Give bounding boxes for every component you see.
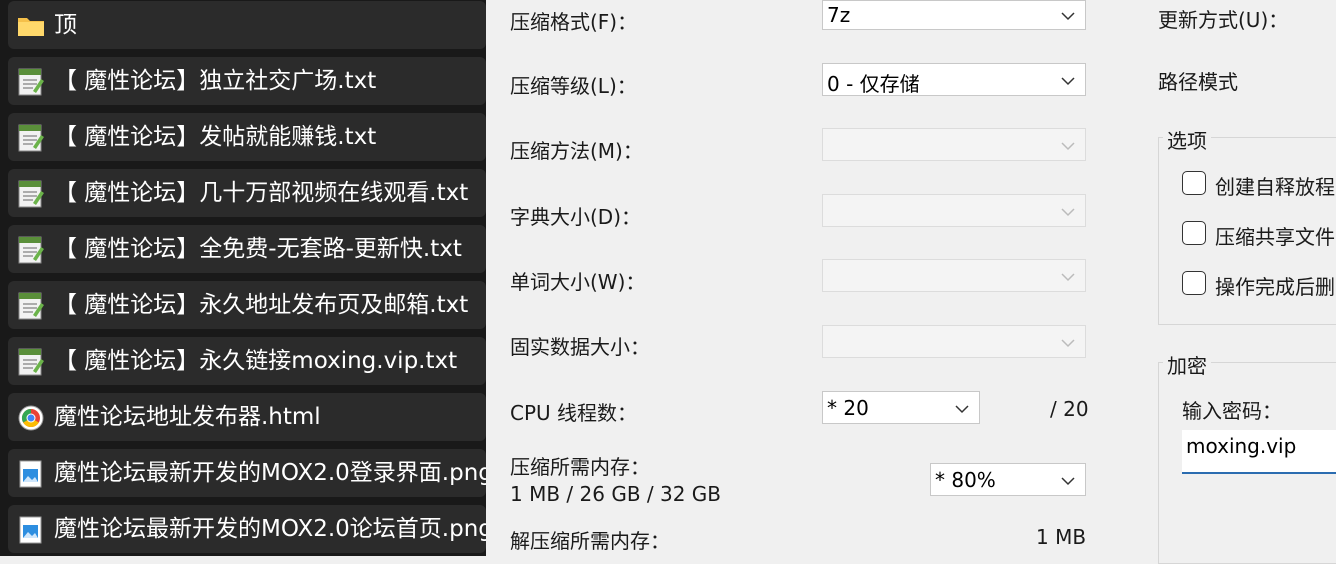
dictionary-size-select[interactable] bbox=[822, 194, 1086, 227]
file-item[interactable]: 魔性论坛最新开发的MOX2.0论坛首页.png bbox=[8, 505, 486, 553]
file-item-label: 顶 bbox=[54, 12, 77, 38]
memory-percent-value: * 80% bbox=[935, 468, 996, 492]
text-file-icon bbox=[16, 290, 46, 320]
sfx-checkbox[interactable] bbox=[1182, 171, 1206, 195]
chevron-down-icon bbox=[1061, 77, 1075, 86]
shared-files-checkbox-label: 压缩共享文件 bbox=[1215, 225, 1335, 249]
decompress-memory-label: 解压缩所需内存： bbox=[510, 529, 670, 553]
file-item[interactable]: 【 魔性论坛】全免费-无套路-更新快.txt bbox=[8, 225, 486, 273]
file-list-panel: 顶【 魔性论坛】独立社交广场.txt 【 魔性论坛】发帖就能赚钱.txt 【 魔性论… bbox=[0, 0, 486, 556]
cpu-threads-total: / 20 bbox=[1050, 397, 1089, 421]
file-item-label: 【 魔性论坛】独立社交广场.txt bbox=[54, 68, 377, 94]
options-group-title: 选项 bbox=[1163, 125, 1211, 154]
file-item-label: 【 魔性论坛】永久地址发布页及邮箱.txt bbox=[54, 292, 469, 318]
cpu-threads-label: CPU 线程数： bbox=[510, 401, 638, 425]
format-select-value: 7z bbox=[827, 3, 851, 27]
encryption-group-title: 加密 bbox=[1163, 350, 1211, 379]
chevron-down-icon bbox=[1061, 12, 1075, 21]
update-mode-label: 更新方式(U)： bbox=[1158, 8, 1289, 32]
dictionary-size-label: 字典大小(D)： bbox=[510, 205, 642, 229]
file-item[interactable]: 【 魔性论坛】几十万部视频在线观看.txt bbox=[8, 169, 486, 217]
image-file-icon bbox=[16, 458, 46, 488]
chevron-down-icon bbox=[1061, 273, 1075, 282]
file-item-label: 【 魔性论坛】永久链接moxing.vip.txt bbox=[54, 348, 458, 374]
method-label: 压缩方法(M)： bbox=[510, 139, 643, 163]
level-label: 压缩等级(L)： bbox=[510, 74, 637, 98]
file-item[interactable]: 魔性论坛地址发布器.html bbox=[8, 393, 486, 441]
chevron-down-icon bbox=[1061, 477, 1075, 486]
file-item-label: 【 魔性论坛】几十万部视频在线观看.txt bbox=[54, 180, 469, 206]
solid-block-size-select[interactable] bbox=[822, 325, 1086, 358]
memory-usage-value: 1 MB / 26 GB / 32 GB bbox=[510, 482, 722, 506]
shared-files-checkbox[interactable] bbox=[1182, 221, 1206, 245]
method-select[interactable] bbox=[822, 128, 1086, 161]
file-item-label: 【 魔性论坛】发帖就能赚钱.txt bbox=[54, 124, 377, 150]
text-file-icon bbox=[16, 122, 46, 152]
folder-item[interactable]: 顶 bbox=[8, 1, 486, 49]
word-size-label: 单词大小(W)： bbox=[510, 270, 646, 294]
file-item[interactable]: 魔性论坛最新开发的MOX2.0登录界面.png bbox=[8, 449, 486, 497]
chrome-icon bbox=[16, 402, 46, 432]
compression-dialog: 压缩格式(F)： 压缩等级(L)： 压缩方法(M)： 字典大小(D)： 单词大小… bbox=[486, 0, 1336, 564]
memory-percent-select[interactable]: * 80% bbox=[930, 463, 1086, 496]
word-size-select[interactable] bbox=[822, 259, 1086, 292]
file-item-label: 魔性论坛最新开发的MOX2.0登录界面.png bbox=[54, 460, 486, 486]
level-select[interactable]: 0 - 仅存储 bbox=[822, 63, 1086, 96]
file-item[interactable]: 【 魔性论坛】独立社交广场.txt bbox=[8, 57, 486, 105]
memory-usage-label: 压缩所需内存： bbox=[510, 455, 650, 479]
file-item-label: 魔性论坛地址发布器.html bbox=[54, 404, 321, 430]
text-file-icon bbox=[16, 66, 46, 96]
delete-after-checkbox[interactable] bbox=[1182, 271, 1206, 295]
file-item[interactable]: 【 魔性论坛】永久地址发布页及邮箱.txt bbox=[8, 281, 486, 329]
delete-after-checkbox-label: 操作完成后删 bbox=[1215, 275, 1335, 299]
chevron-down-icon bbox=[1061, 208, 1075, 217]
password-label: 输入密码： bbox=[1182, 399, 1282, 423]
text-file-icon bbox=[16, 178, 46, 208]
file-item-label: 【 魔性论坛】全免费-无套路-更新快.txt bbox=[54, 236, 462, 262]
decompress-memory-value: 1 MB bbox=[1036, 525, 1087, 549]
image-file-icon bbox=[16, 514, 46, 544]
level-select-value: 0 - 仅存储 bbox=[827, 72, 920, 96]
file-item-label: 魔性论坛最新开发的MOX2.0论坛首页.png bbox=[54, 516, 486, 542]
cpu-threads-select[interactable]: * 20 bbox=[822, 391, 980, 424]
chevron-down-icon bbox=[1061, 142, 1075, 151]
text-file-icon bbox=[16, 346, 46, 376]
format-label: 压缩格式(F)： bbox=[510, 10, 638, 34]
password-input[interactable]: moxing.vip bbox=[1182, 430, 1336, 474]
format-select[interactable]: 7z bbox=[822, 0, 1086, 30]
chevron-down-icon bbox=[1061, 339, 1075, 348]
sfx-checkbox-label: 创建自释放程 bbox=[1215, 175, 1335, 199]
file-item[interactable]: 【 魔性论坛】永久链接moxing.vip.txt bbox=[8, 337, 486, 385]
solid-block-size-label: 固实数据大小： bbox=[510, 335, 650, 359]
folder-icon bbox=[16, 10, 46, 40]
file-item[interactable]: 【 魔性论坛】发帖就能赚钱.txt bbox=[8, 113, 486, 161]
path-mode-label: 路径模式 bbox=[1158, 70, 1238, 94]
text-file-icon bbox=[16, 234, 46, 264]
cpu-threads-value: * 20 bbox=[827, 396, 869, 420]
chevron-down-icon bbox=[955, 405, 969, 414]
password-input-value: moxing.vip bbox=[1186, 434, 1297, 458]
